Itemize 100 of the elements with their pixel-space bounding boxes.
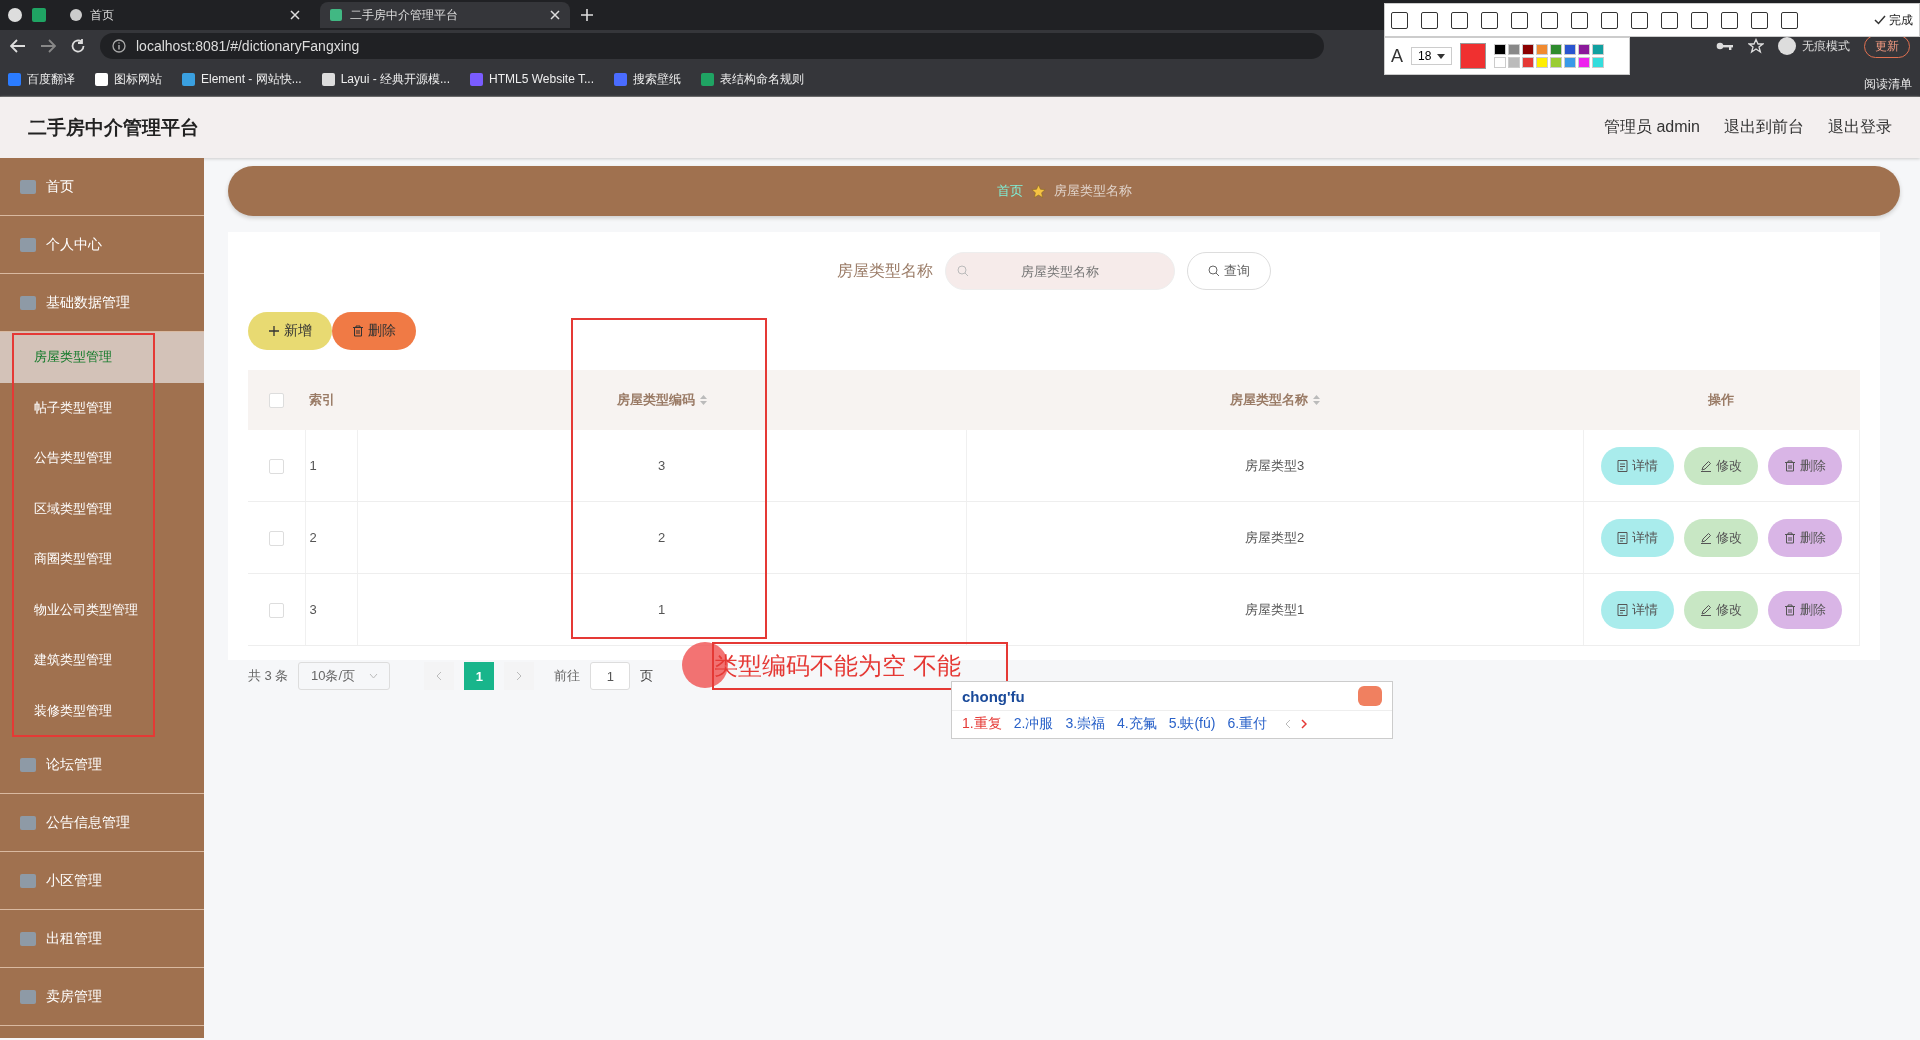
sidebar-item[interactable]: 卖房管理	[0, 968, 204, 1026]
tool-icon[interactable]	[1601, 11, 1618, 29]
header-link[interactable]: 管理员 admin	[1603, 117, 1700, 138]
column-header[interactable]: 房屋类型编码	[616, 391, 707, 409]
tool-icon[interactable]	[1751, 11, 1768, 29]
sidebar-subitem[interactable]: 物业公司类型管理	[0, 584, 204, 635]
color-swatch[interactable]	[1494, 44, 1507, 55]
tool-icon[interactable]	[1391, 11, 1408, 29]
bookmark-link[interactable]: 图标网站	[95, 70, 162, 88]
sidebar-subitem[interactable]: 建筑类型管理	[0, 635, 204, 686]
tool-icon[interactable]	[1661, 11, 1678, 29]
sidebar-item[interactable]: 小区管理	[0, 852, 204, 910]
search-button[interactable]: 查询	[1187, 252, 1271, 290]
action-button[interactable]: 新增	[248, 312, 332, 350]
sidebar-subitem[interactable]: 帖子类型管理	[0, 382, 204, 433]
row-action-button[interactable]: 修改	[1683, 446, 1758, 485]
tool-icon[interactable]	[1721, 11, 1738, 29]
tool-icon[interactable]	[1421, 11, 1438, 29]
forward-icon[interactable]	[40, 39, 56, 53]
sidebar-item[interactable]: 出租管理	[0, 910, 204, 968]
reload-icon[interactable]	[70, 38, 86, 54]
ime-candidate[interactable]: 5.蚨(fú)	[1168, 715, 1216, 733]
color-swatch[interactable]	[1522, 57, 1535, 68]
row-action-button[interactable]: 详情	[1600, 590, 1674, 629]
sidebar-item[interactable]: 公告信息管理	[0, 794, 204, 852]
color-swatch[interactable]	[1536, 57, 1549, 68]
tool-icon[interactable]	[1631, 11, 1648, 29]
row-action-button[interactable]: 删除	[1767, 518, 1842, 557]
sidebar-item[interactable]: 论坛管理	[0, 736, 204, 794]
tool-icon[interactable]	[1511, 11, 1528, 29]
breadcrumb-link[interactable]: 首页	[996, 182, 1023, 200]
ime-page-icon[interactable]	[1285, 719, 1308, 729]
sidebar-subitem[interactable]: 商圈类型管理	[0, 534, 204, 585]
bookmark-link[interactable]: Element - 网站快...	[182, 70, 302, 88]
close-icon[interactable]	[550, 10, 560, 20]
ime-candidate[interactable]: 4.充氟	[1117, 715, 1157, 733]
browser-tab[interactable]: 首页	[60, 2, 310, 28]
info-icon[interactable]	[112, 39, 126, 53]
color-swatch[interactable]	[1592, 44, 1605, 55]
color-swatch[interactable]	[1550, 57, 1563, 68]
tool-icon[interactable]	[1481, 11, 1498, 29]
back-icon[interactable]	[10, 39, 26, 53]
ime-candidate[interactable]: 2.冲服	[1013, 715, 1054, 733]
action-button[interactable]: 删除	[332, 312, 416, 350]
sidebar-item[interactable]: 首页	[0, 158, 204, 216]
color-swatch[interactable]	[1550, 44, 1563, 55]
row-action-button[interactable]: 修改	[1683, 590, 1758, 629]
search-field[interactable]: 房屋类型名称	[945, 252, 1175, 290]
color-swatch[interactable]	[1508, 44, 1521, 55]
bookmark-link[interactable]: 百度翻译	[8, 70, 75, 88]
sidebar-item[interactable]: 个人中心	[0, 216, 204, 274]
ime-candidate[interactable]: 6.重付	[1227, 715, 1268, 733]
column-header[interactable]: 房屋类型名称	[1229, 391, 1320, 409]
color-swatch[interactable]	[1522, 44, 1535, 55]
done-button[interactable]: 完成	[1874, 11, 1913, 29]
tool-icon[interactable]	[1451, 11, 1468, 29]
tool-icon[interactable]	[1541, 11, 1558, 29]
profile-button[interactable]: 无痕模式	[1778, 37, 1850, 55]
color-swatch[interactable]	[1494, 57, 1507, 68]
color-swatch[interactable]	[1578, 57, 1591, 68]
row-checkbox[interactable]	[268, 530, 284, 546]
row-action-button[interactable]: 修改	[1683, 518, 1758, 557]
reading-list-button[interactable]: 阅读清单	[1864, 75, 1912, 93]
tool-icon[interactable]	[1571, 11, 1588, 29]
address-field[interactable]: localhost:8081/#/dictionaryFangxing	[100, 33, 1324, 59]
browser-tab[interactable]: 二手房中介管理平台	[320, 2, 570, 28]
goto-page-field[interactable]: 1	[590, 662, 631, 690]
globe-icon[interactable]	[8, 8, 22, 22]
row-checkbox[interactable]	[268, 458, 284, 474]
font-size-select[interactable]: 18	[1411, 47, 1453, 65]
color-swatch[interactable]	[1508, 57, 1521, 68]
current-color-swatch[interactable]	[1460, 43, 1487, 69]
sidebar-subitem[interactable]: 装修类型管理	[0, 685, 204, 736]
color-swatch[interactable]	[1564, 57, 1577, 68]
header-link[interactable]: 退出登录	[1828, 117, 1892, 138]
row-action-button[interactable]: 详情	[1600, 518, 1674, 557]
key-icon[interactable]	[1716, 41, 1734, 51]
select-all-checkbox[interactable]	[269, 393, 284, 409]
ime-candidate[interactable]: 3.崇福	[1065, 715, 1106, 733]
close-icon[interactable]	[290, 10, 300, 20]
row-action-button[interactable]: 删除	[1767, 446, 1842, 485]
color-swatch[interactable]	[1592, 57, 1605, 68]
sidebar-subitem[interactable]: 房屋类型管理	[0, 332, 204, 383]
bookmark-link[interactable]: HTML5 Website T...	[470, 72, 594, 86]
bookmark-link[interactable]: 表结构命名规则	[701, 70, 804, 88]
page-size-select[interactable]: 10条/页	[298, 662, 391, 690]
header-link[interactable]: 退出到前台	[1724, 117, 1804, 138]
ime-candidate[interactable]: 1.重复	[962, 715, 1002, 733]
color-swatch[interactable]	[1564, 44, 1577, 55]
new-tab-icon[interactable]	[580, 8, 594, 22]
tool-icon[interactable]	[1781, 11, 1798, 29]
tool-icon[interactable]	[1691, 11, 1708, 29]
color-swatch[interactable]	[1578, 44, 1591, 55]
bookmark-link[interactable]: 搜索壁纸	[614, 70, 681, 88]
row-action-button[interactable]: 删除	[1767, 590, 1842, 629]
star-outline-icon[interactable]	[1748, 38, 1764, 54]
sidebar-subitem[interactable]: 区域类型管理	[0, 483, 204, 534]
row-action-button[interactable]: 详情	[1600, 446, 1674, 485]
color-swatch[interactable]	[1536, 44, 1549, 55]
sidebar-subitem[interactable]: 公告类型管理	[0, 433, 204, 484]
